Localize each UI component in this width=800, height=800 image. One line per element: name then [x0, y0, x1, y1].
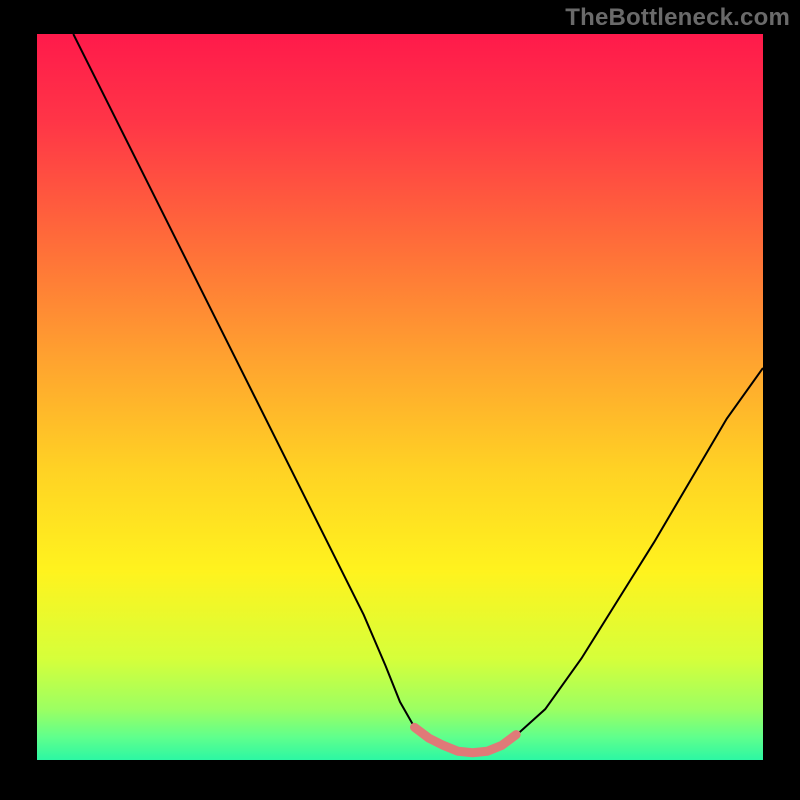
- watermark-text: TheBottleneck.com: [565, 4, 790, 32]
- chart-svg: [37, 34, 763, 760]
- chart-frame: TheBottleneck.com: [0, 0, 800, 800]
- bottleneck-chart: [37, 34, 763, 760]
- chart-background: [37, 34, 763, 760]
